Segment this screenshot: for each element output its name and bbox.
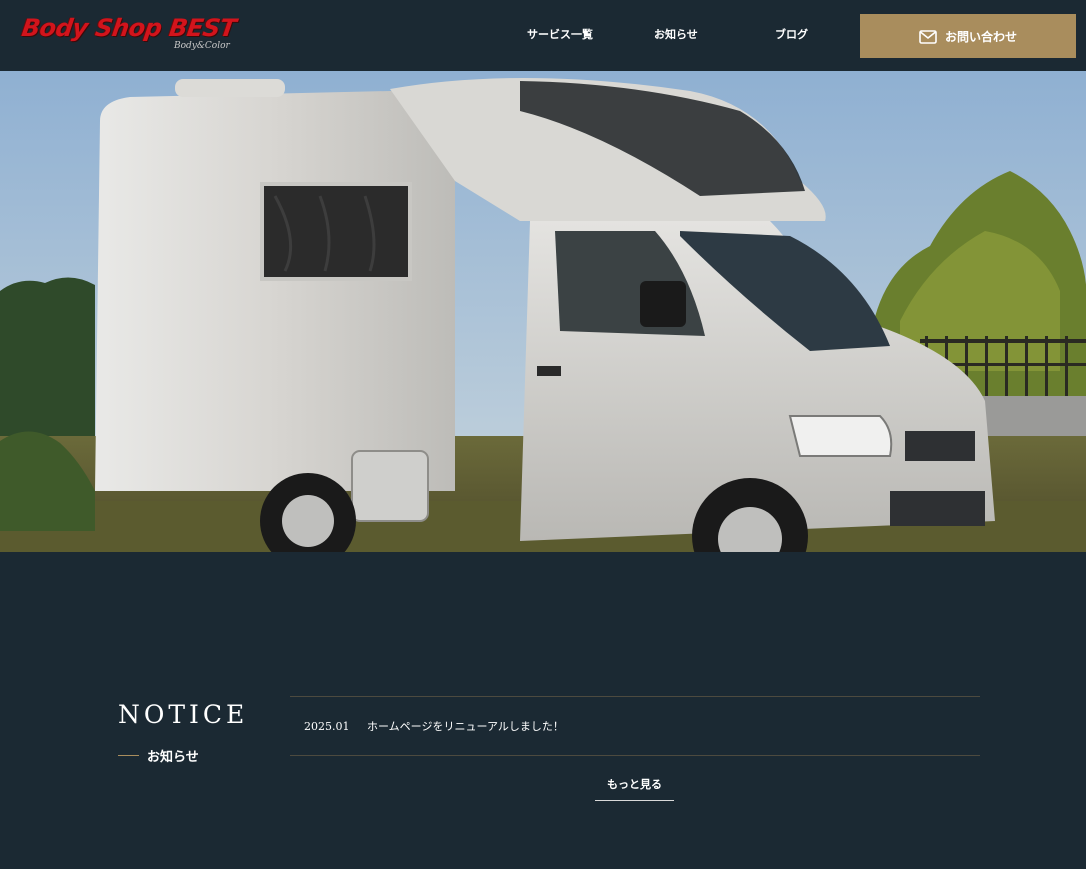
accent-line [118,755,139,756]
notice-subtitle-text: お知らせ [147,750,199,765]
notice-list: 2025.01 ホームページをリニューアルしました！ [290,696,980,756]
see-more-link[interactable]: もっと見る [595,776,674,801]
nav-services[interactable]: サービス一覧 [527,26,593,42]
nav-blog[interactable]: ブログ [775,26,808,42]
logo-text: Body Shop BEST [20,14,238,42]
divider [290,755,980,756]
notice-title: NOTICE [118,700,249,729]
contact-button-label: お問い合わせ [944,29,1017,44]
notice-subtitle: お知らせ [118,746,199,765]
camper-van-photo [0,71,1086,552]
notice-item[interactable]: 2025.01 ホームページをリニューアルしました！ [290,697,980,755]
notice-date: 2025.01 [304,719,350,733]
hero-image [0,71,1086,552]
mail-icon [919,29,937,44]
site-header: Body Shop BEST Body&Color サービス一覧 お知らせ ブロ… [0,0,1086,71]
site-logo[interactable]: Body Shop BEST Body&Color [20,14,268,58]
notice-text: ホームページをリニューアルしました！ [367,720,564,733]
nav-news[interactable]: お知らせ [654,26,698,42]
logo-subtext: Body&Color [174,41,230,51]
contact-button[interactable]: お問い合わせ [860,14,1076,58]
